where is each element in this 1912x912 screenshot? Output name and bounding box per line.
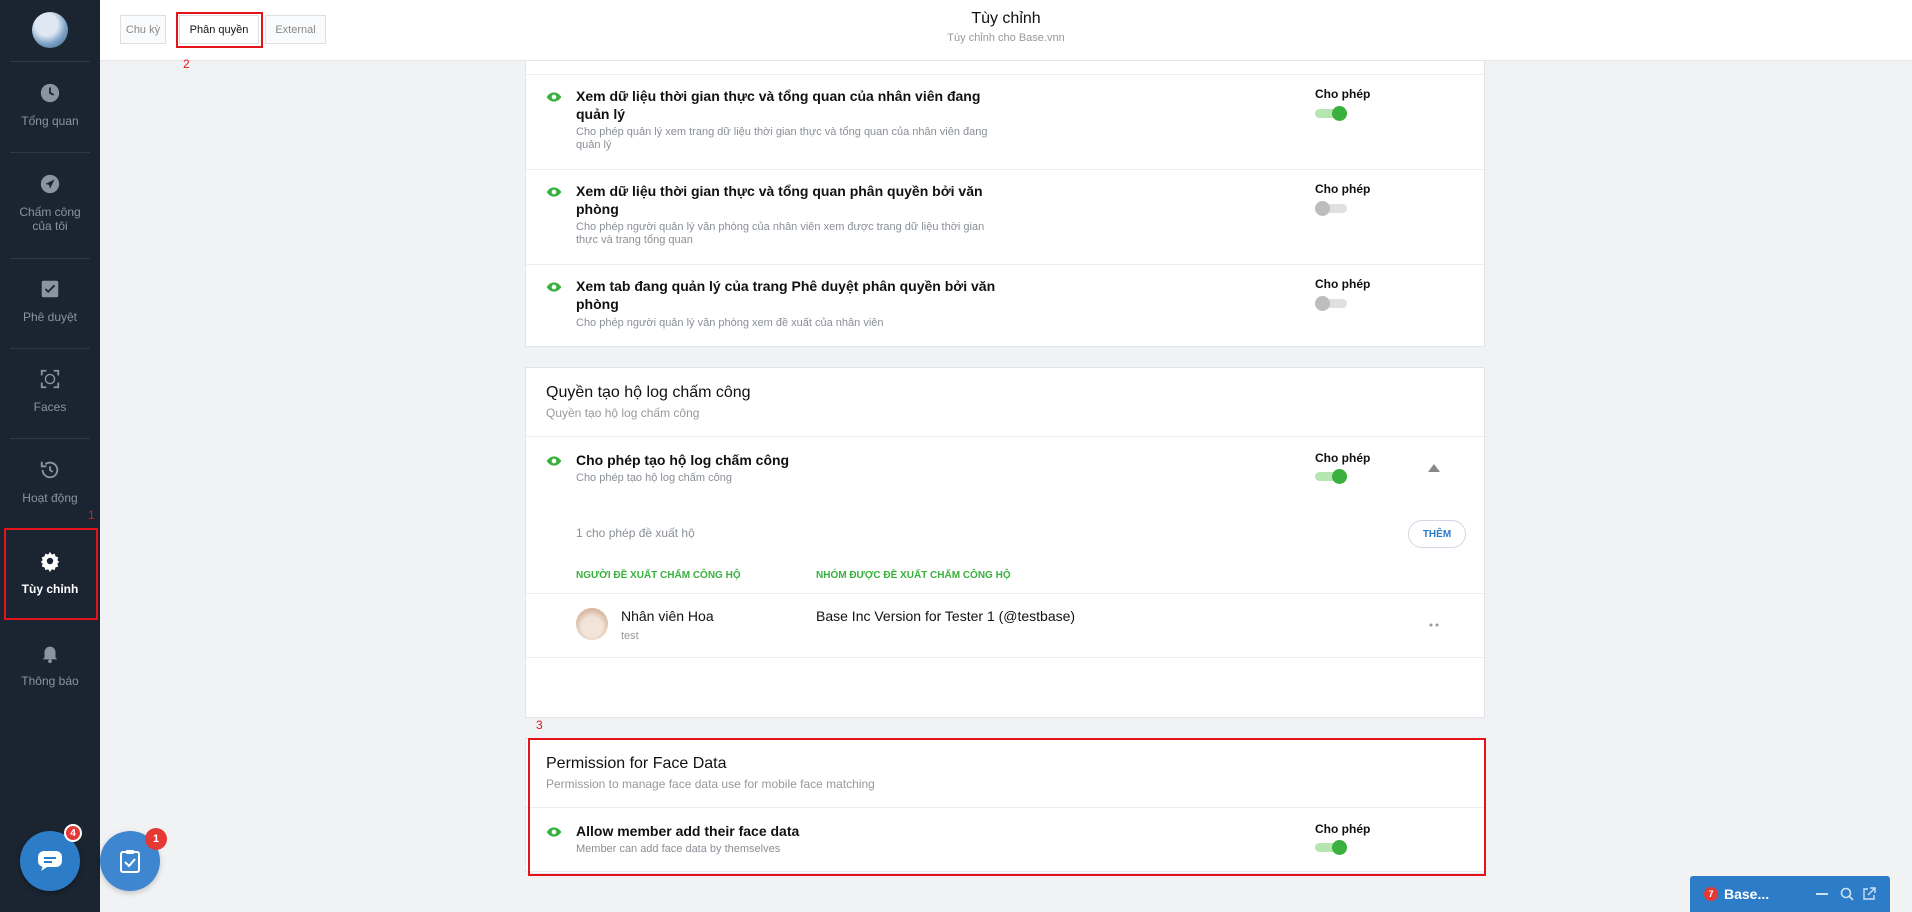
search-icon[interactable] [1840,887,1854,901]
highlight-box-face-data [528,738,1486,876]
sidebar: Tổng quan Chấm công của tôi Phê duyệt Fa… [0,0,100,912]
divider [526,436,1484,437]
allow-toggle[interactable] [1315,469,1347,484]
eye-icon [546,187,562,197]
column-header-proposer: NGƯỜI ĐỀ XUẤT CHẤM CÔNG HỘ [576,570,741,581]
dock-badge: 7 [1704,887,1718,901]
permission-title: Cho phép tạo hộ log chấm công [576,452,790,468]
divider [10,438,90,439]
clipboard-check-icon [120,850,140,873]
allow-label: Cho phép [1315,451,1371,465]
permission-title: Xem dữ liệu thời gian thực và tổng quan … [576,88,981,122]
sidebar-item-label: Phê duyệt [22,310,78,324]
card-subtitle: Quyền tạo hộ log chấm công [546,406,700,420]
permission-desc: Cho phép quản lý xem trang dữ liệu thời … [576,126,988,151]
allow-toggle[interactable] [1315,296,1347,311]
add-button[interactable]: THÊM [1408,520,1466,548]
sidebar-item-hoat-dong[interactable]: Hoạt động [0,459,100,505]
annotation-1: 1 [88,508,95,522]
column-header-group: NHÓM ĐƯỢC ĐỀ XUẤT CHẤM CÔNG HỘ [816,570,1011,581]
chat-badge: 4 [64,824,82,842]
permission-desc: Cho phép người quản lý văn phòng xem đề … [576,317,884,329]
app-logo[interactable] [32,12,68,48]
task-badge: 1 [145,828,167,850]
sidebar-item-cham-cong[interactable]: Chấm công của tôi [0,173,100,233]
proposer-sub: test [621,630,639,642]
external-link-icon[interactable] [1862,887,1876,901]
permission-desc: Cho phép người quản lý văn phòng của nhâ… [576,221,985,246]
proxy-log-card: Quyền tạo hộ log chấm công Quyền tạo hộ … [525,367,1485,718]
bell-icon [42,646,58,664]
sidebar-item-label: Faces [33,400,67,414]
allow-label: Cho phép [1315,182,1371,196]
permission-row: Xem dữ liệu thời gian thực và tổng quan … [526,170,1484,265]
card-title: Quyền tạo hộ log chấm công [546,384,751,401]
permission-desc: Cho phép tạo hộ log chấm công [576,472,732,484]
allow-toggle[interactable] [1315,201,1347,216]
more-options-icon[interactable] [1429,623,1441,627]
header: Chu kỳ Phân quyền External Tùy chỉnh Tùy… [100,0,1912,61]
chevron-up-icon[interactable] [1428,464,1440,472]
page-subtitle: Tùy chỉnh cho Base.vnn [947,32,1065,44]
highlight-box-sidebar [4,528,98,620]
permission-row: Xem tab đang quản lý của trang Phê duyệt… [526,265,1484,346]
divider [10,152,90,153]
permission-title: Xem dữ liệu thời gian thực và tổng quan … [576,183,983,217]
eye-icon [546,282,562,292]
divider [10,348,90,349]
proposer-name: Nhân viên Hoa [621,608,714,624]
minimize-icon[interactable] [1816,889,1828,899]
sidebar-item-label: Chấm công của tôi [19,205,81,233]
base-dock[interactable]: 7 Base... [1690,876,1890,912]
avatar [576,608,608,640]
sidebar-item-tong-quan[interactable]: Tổng quan [0,82,100,128]
history-icon [40,461,59,479]
allow-toggle[interactable] [1315,106,1347,121]
face-scan-icon [40,369,60,389]
proxy-count: 1 cho phép đề xuất hộ [576,526,695,540]
annotation-2: 2 [183,57,190,71]
sidebar-item-phe-duyet[interactable]: Phê duyệt [0,278,100,324]
highlight-box-tab [176,12,263,48]
page-title: Tùy chỉnh [971,10,1041,27]
divider [10,258,90,259]
permissions-card: Xem dữ liệu thời gian thực và tổng quan … [525,61,1485,347]
allow-label: Cho phép [1315,87,1371,101]
eye-icon [546,456,562,466]
sidebar-item-thong-bao[interactable]: Thông báo [0,642,100,688]
divider [526,657,1484,658]
clock-icon [40,83,60,103]
allow-label: Cho phép [1315,277,1371,291]
chat-icon [38,851,62,871]
dock-label: Base... [1724,886,1770,902]
divider [526,593,1484,594]
proposed-group: Base Inc Version for Tester 1 (@testbase… [816,608,1076,624]
sidebar-item-label: Hoạt động [22,491,78,505]
navigation-icon [40,174,60,194]
annotation-3: 3 [536,718,543,732]
eye-icon [546,92,562,102]
divider [10,61,90,62]
sidebar-item-faces[interactable]: Faces [0,368,100,414]
sidebar-item-label: Thông báo [21,674,79,688]
permission-row: Xem dữ liệu thời gian thực và tổng quan … [526,75,1484,170]
checkbox-icon [41,280,59,298]
permission-title: Xem tab đang quản lý của trang Phê duyệt… [576,278,996,312]
sidebar-item-label: Tổng quan [21,114,79,128]
